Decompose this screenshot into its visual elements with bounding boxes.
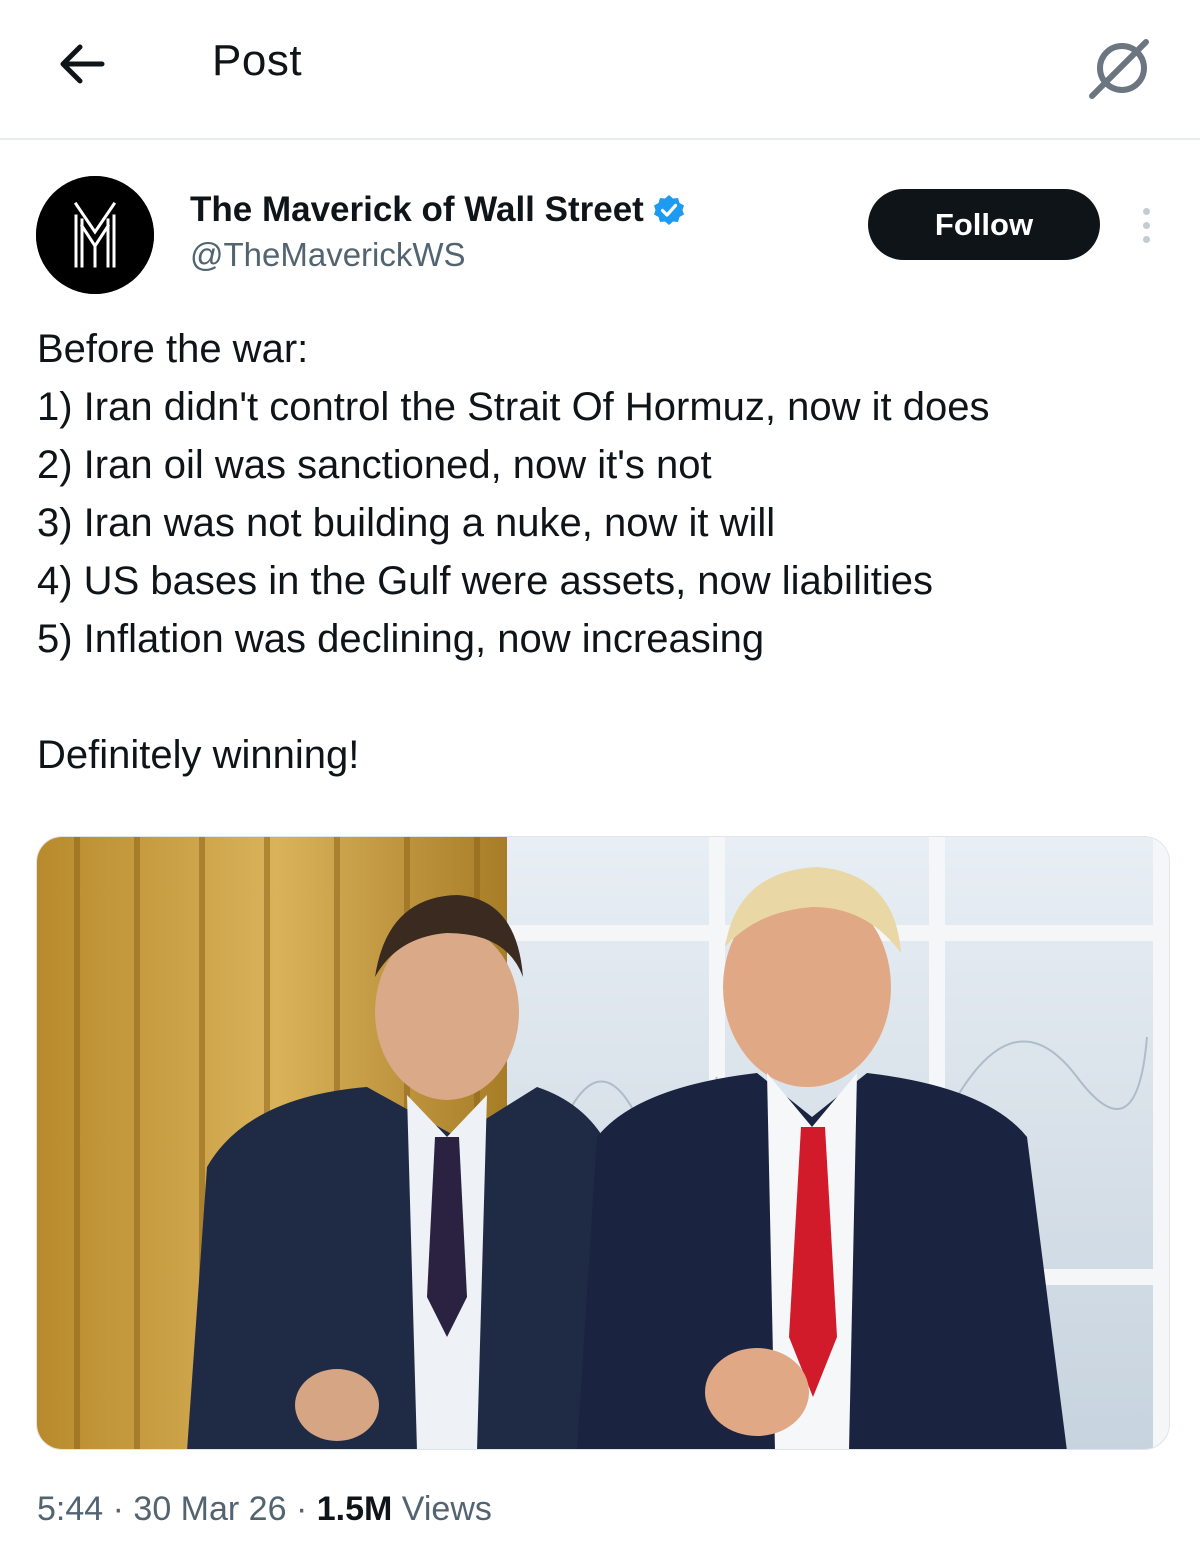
- top-bar: Post: [0, 0, 1200, 140]
- author-handle[interactable]: @TheMaverickWS: [190, 236, 466, 274]
- tweet-time: 5:44: [37, 1490, 104, 1528]
- tweet-line: 5) Inflation was declining, now increasi…: [37, 617, 765, 661]
- more-dot: [1142, 235, 1150, 243]
- tweet-line: 1) Iran didn't control the Strait Of Hor…: [37, 385, 990, 429]
- more-dot: [1142, 207, 1150, 215]
- back-button[interactable]: [50, 32, 114, 96]
- follow-button[interactable]: Follow: [868, 189, 1100, 260]
- views-label: Views: [401, 1490, 492, 1528]
- more-options-icon[interactable]: [1128, 200, 1164, 250]
- tweet-meta: 5:44 · 30 Mar 26 · 1.5M Views: [37, 1490, 492, 1529]
- tweet-line: Before the war:: [37, 327, 309, 371]
- tweet-line: 4) US bases in the Gulf were assets, now…: [37, 559, 933, 603]
- paragraph-break: [37, 668, 1167, 726]
- separator: ·: [112, 1490, 124, 1528]
- tweet-line: 3) Iran was not building a nuke, now it …: [37, 501, 776, 545]
- more-dot: [1142, 221, 1150, 229]
- grok-icon: [1089, 39, 1149, 99]
- separator: ·: [295, 1490, 308, 1528]
- author-display-name[interactable]: The Maverick of Wall Street: [190, 190, 686, 230]
- maverick-logo-icon: [36, 176, 154, 294]
- tweet-text: Before the war: 1) Iran didn't control t…: [37, 320, 1167, 784]
- tweet-closing-line: Definitely winning!: [37, 733, 360, 777]
- views-count: 1.5M: [316, 1490, 393, 1528]
- photo-illustration: [37, 837, 1169, 1449]
- tweet-photo[interactable]: [36, 836, 1170, 1450]
- verified-badge-icon[interactable]: [652, 193, 686, 227]
- page-title: Post: [212, 36, 303, 85]
- author-name-text: The Maverick of Wall Street: [190, 190, 644, 229]
- avatar[interactable]: [36, 176, 154, 294]
- tweet-line: 2) Iran oil was sanctioned, now it's not: [37, 443, 712, 487]
- tweet-date: 30 Mar 26: [133, 1490, 287, 1528]
- grok-button[interactable]: [1080, 28, 1160, 108]
- arrow-left-icon: [60, 44, 105, 84]
